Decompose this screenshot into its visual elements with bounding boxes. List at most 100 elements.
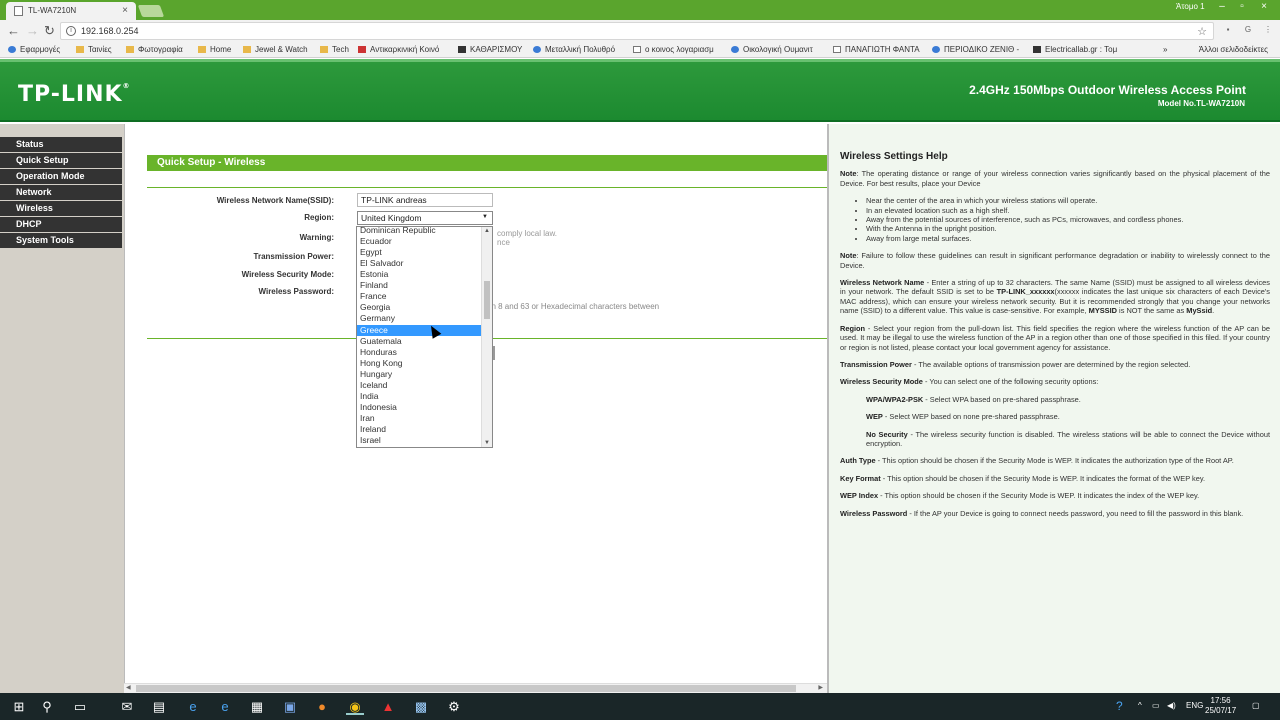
internet-explorer-icon[interactable]: e [216, 698, 234, 715]
back-icon[interactable]: ← [7, 23, 20, 38]
wordpress-icon [731, 46, 739, 53]
network-icon[interactable]: ▭ [1152, 701, 1160, 710]
bookmark-link[interactable]: ΚΑΘΑΡΙΣΜΟΥ [458, 45, 522, 54]
bookmark-label: ΠΕΡΙΟΔΙΚΟ ΖΕΝΙΘ - [944, 45, 1020, 54]
dropdown-option[interactable]: Guatemala [357, 336, 481, 347]
dropdown-option[interactable]: India [357, 391, 481, 402]
bookmark-label: Οικολογική Ουμανιτ [743, 45, 813, 54]
dropdown-option[interactable]: Hong Kong [357, 358, 481, 369]
help-text: : The operating distance or range of you… [840, 169, 1270, 188]
dropdown-option[interactable]: Hungary [357, 369, 481, 380]
clock[interactable]: 17:56 25/07/17 [1205, 696, 1236, 716]
dropdown-option[interactable]: Honduras [357, 347, 481, 358]
help-text: . [1212, 306, 1215, 316]
dropdown-scrollbar[interactable]: ▲ ▼ [481, 227, 492, 447]
start-icon[interactable]: ⊞ [10, 698, 28, 715]
scroll-left-icon[interactable]: ◀ [126, 684, 131, 691]
dropdown-option[interactable]: Georgia [357, 302, 481, 313]
acrobat-icon[interactable]: ▲ [379, 698, 397, 715]
info-icon[interactable]: i [66, 26, 76, 36]
profile-name[interactable]: Άτομο 1 [1176, 2, 1205, 11]
menu-item-quick-setup[interactable]: Quick Setup [0, 153, 122, 168]
bookmark-folder[interactable]: Φωτογραφία [126, 45, 183, 54]
dropdown-option[interactable]: Iceland [357, 380, 481, 391]
menu-dots-icon[interactable]: ⋮ [1262, 25, 1274, 37]
menu-item-operation-mode[interactable]: Operation Mode [0, 169, 122, 184]
dropdown-option[interactable]: Iran [357, 413, 481, 424]
google-extension-icon[interactable]: G [1242, 25, 1254, 37]
dropdown-option[interactable]: Estonia [357, 269, 481, 280]
dropdown-option[interactable]: Israel [357, 435, 481, 446]
bookmark-apps[interactable]: Εφαρμογές [8, 45, 60, 54]
minimize-icon[interactable]: – [1212, 1, 1232, 12]
menu-item-network[interactable]: Network [0, 185, 122, 200]
dropdown-option[interactable]: France [357, 291, 481, 302]
image-viewer-icon[interactable]: ▩ [412, 698, 430, 715]
bookmark-link[interactable]: ο κοινος λογαριασμ [633, 45, 714, 54]
mail-icon[interactable]: ✉ [118, 698, 136, 715]
reload-icon[interactable]: ↻ [44, 23, 55, 39]
bookmark-link[interactable]: Οικολογική Ουμανιτ [731, 45, 813, 54]
notifications-icon[interactable]: ▢ [1252, 701, 1260, 710]
store-icon[interactable]: ▦ [248, 698, 266, 715]
dropdown-option[interactable]: Finland [357, 280, 481, 291]
bookmark-link[interactable]: ΠΕΡΙΟΔΙΚΟ ΖΕΝΙΘ - [932, 45, 1019, 54]
ssid-input[interactable]: TP-LINK andreas [357, 193, 493, 207]
dropdown-option[interactable]: Germany [357, 313, 481, 324]
scrollbar-thumb[interactable] [136, 685, 796, 692]
bookmark-link[interactable]: Μεταλλική Πολυθρό [533, 45, 615, 54]
dropdown-option[interactable]: Ecuador [357, 236, 481, 247]
dropdown-option[interactable]: Ireland [357, 424, 481, 435]
help-key-format: Key Format - This option should be chose… [840, 474, 1270, 483]
forward-icon[interactable]: → [26, 23, 39, 38]
dropdown-option[interactable]: Egypt [357, 247, 481, 258]
dropdown-option-highlighted[interactable]: Greece [357, 325, 481, 336]
other-bookmarks[interactable]: Άλλοι σελιδοδείκτες [1199, 45, 1268, 54]
region-select[interactable]: United Kingdom ▼ [357, 211, 493, 225]
chevron-up-icon[interactable]: ^ [1138, 701, 1142, 710]
browser-tab[interactable]: TL-WA7210N × [6, 2, 136, 20]
search-icon[interactable]: ⚲ [38, 698, 56, 715]
settings-app-icon[interactable]: ⚙ [445, 698, 463, 715]
menu-item-status[interactable]: Status [0, 137, 122, 152]
bookmark-link[interactable]: ΠΑΝΑΓΙΩΤΗ ΦΑΝΤΑ [833, 45, 920, 54]
file-explorer-icon[interactable]: ▤ [150, 698, 168, 715]
menu-item-system-tools[interactable]: System Tools [0, 233, 122, 248]
scroll-up-icon[interactable]: ▲ [484, 228, 490, 234]
bookmark-folder[interactable]: Tech [320, 45, 349, 54]
bookmark-link[interactable]: Electricallab.gr : Τομ [1033, 45, 1117, 54]
horizontal-scrollbar[interactable]: ◀ ▶ [124, 683, 827, 693]
bookmark-label: ΚΑΘΑΡΙΣΜΟΥ [470, 45, 523, 54]
bookmarks-more-button[interactable]: » [1163, 45, 1167, 54]
language-indicator[interactable]: ENG [1186, 701, 1203, 710]
apps-icon [8, 46, 16, 53]
next-button-edge[interactable] [493, 346, 495, 360]
firefox-icon[interactable]: ● [313, 698, 331, 715]
address-bar[interactable]: i 192.168.0.254 ☆ [60, 22, 1214, 40]
bookmark-folder[interactable]: Ταινίες [76, 45, 112, 54]
dropdown-option[interactable]: El Salvador [357, 258, 481, 269]
extension-icon[interactable]: ▪ [1222, 25, 1234, 37]
help-tray-icon[interactable]: ? [1116, 699, 1123, 713]
menu-item-wireless[interactable]: Wireless [0, 201, 122, 216]
edge-icon[interactable]: e [184, 698, 202, 715]
menu-item-dhcp[interactable]: DHCP [0, 217, 122, 232]
scrollbar-thumb[interactable] [484, 281, 490, 319]
bookmark-folder[interactable]: Jewel & Watch [243, 45, 308, 54]
dropdown-option[interactable]: Dominican Republic [357, 227, 481, 236]
chrome-icon[interactable]: ◉ [346, 698, 364, 715]
scroll-down-icon[interactable]: ▼ [484, 440, 490, 446]
new-tab-button[interactable] [137, 5, 165, 17]
task-view-icon[interactable]: ▭ [71, 698, 89, 715]
region-dropdown-list[interactable]: Dominican Republic Ecuador Egypt El Salv… [356, 226, 493, 448]
close-window-icon[interactable]: × [1254, 1, 1274, 12]
volume-icon[interactable]: ◀) [1167, 701, 1176, 710]
save-app-icon[interactable]: ▣ [281, 698, 299, 715]
dropdown-option[interactable]: Indonesia [357, 402, 481, 413]
bookmark-star-icon[interactable]: ☆ [1197, 25, 1207, 38]
bookmark-link[interactable]: Αντικαρκινική Κοινό [358, 45, 439, 54]
bookmark-folder[interactable]: Home [198, 45, 231, 54]
maximize-icon[interactable]: ▫ [1232, 1, 1252, 12]
close-tab-icon[interactable]: × [122, 5, 128, 16]
scroll-right-icon[interactable]: ▶ [818, 684, 823, 691]
